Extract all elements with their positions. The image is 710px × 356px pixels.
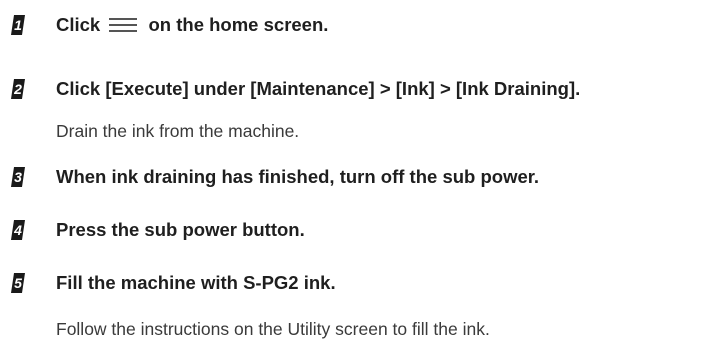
svg-text:3: 3: [14, 169, 22, 185]
step-instruction: Fill the machine with S-PG2 ink.: [56, 272, 336, 293]
step-2-note: Drain the ink from the machine.: [56, 121, 300, 141]
hamburger-menu-icon: [107, 15, 139, 33]
step-number-badge: 2: [10, 78, 26, 100]
step-instruction: Press the sub power button.: [56, 219, 305, 240]
step-text-after: on the home screen.: [148, 14, 329, 35]
step-text-before: Click: [56, 14, 101, 35]
step-number-badge: 4: [10, 219, 26, 241]
step-5-note: Follow the instructions on the Utility s…: [56, 319, 490, 339]
svg-text:4: 4: [13, 222, 22, 238]
step-number-badge: 1: [10, 14, 26, 36]
svg-text:2: 2: [13, 81, 22, 97]
step-number-badge: 3: [10, 166, 26, 188]
step-instruction: Click on the home screen.: [56, 14, 328, 36]
svg-text:5: 5: [14, 275, 22, 291]
svg-text:1: 1: [14, 17, 22, 33]
step-number-badge: 5: [10, 272, 26, 294]
step-instruction: Click [Execute] under [Maintenance] > [I…: [56, 78, 581, 99]
step-instruction: When ink draining has finished, turn off…: [56, 166, 540, 187]
